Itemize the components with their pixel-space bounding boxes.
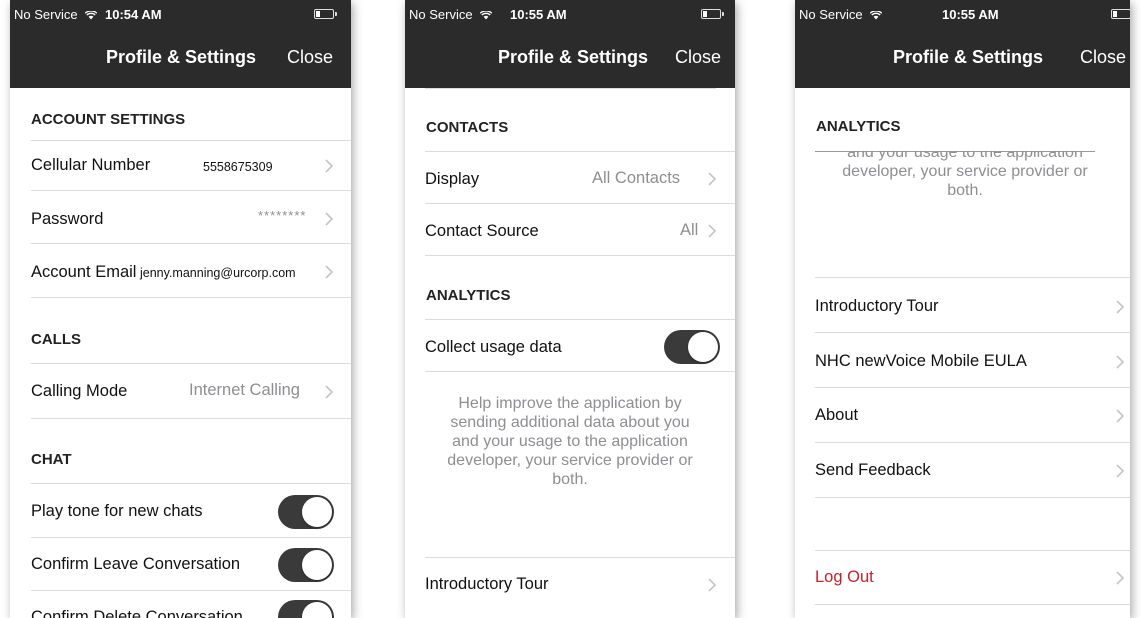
screen-contacts-analytics: No Service 10:55 AM Profile & Settings C…: [405, 0, 735, 618]
contact-source-label: Contact Source: [425, 222, 539, 240]
close-button[interactable]: Close: [287, 47, 333, 68]
section-header-analytics: ANALYTICS: [816, 118, 901, 135]
account-email-label: Account Email: [31, 263, 137, 281]
play-tone-label: Play tone for new chats: [31, 502, 203, 520]
divider: [425, 371, 735, 372]
divider: [425, 88, 716, 89]
divider: [815, 387, 1130, 388]
chevron-right-icon: [1116, 300, 1125, 314]
nav-bar: No Service 10:54 AM Profile & Settings C…: [10, 0, 351, 88]
chevron-right-icon: [325, 212, 334, 226]
divider: [425, 557, 735, 558]
divider: [815, 332, 1130, 333]
divider: [815, 442, 1130, 443]
divider: [31, 418, 351, 419]
close-button[interactable]: Close: [675, 47, 721, 68]
chevron-right-icon: [325, 265, 334, 279]
cellular-number-value: 5558675309: [203, 160, 273, 174]
cellular-number-label: Cellular Number: [31, 156, 151, 174]
confirm-leave-label: Confirm Leave Conversation: [31, 555, 241, 573]
divider: [425, 203, 735, 204]
section-header-analytics: ANALYTICS: [426, 287, 511, 304]
play-tone-toggle[interactable]: [278, 495, 334, 529]
divider: [425, 319, 735, 320]
collect-usage-toggle[interactable]: [664, 330, 720, 364]
screen-about-logout: No Service 10:55 AM Profile & Settings C…: [795, 0, 1130, 618]
battery-icon: [1111, 9, 1130, 19]
battery-icon: [314, 9, 337, 19]
log-out-label: Log Out: [815, 568, 874, 586]
status-time: 10:54 AM: [105, 7, 162, 22]
about-label: About: [815, 406, 859, 424]
analytics-help-text: and your usage to the application develo…: [842, 144, 1088, 199]
status-time: 10:55 AM: [942, 7, 999, 22]
divider: [425, 255, 735, 256]
battery-icon: [701, 9, 724, 19]
send-feedback-label: Send Feedback: [815, 461, 931, 479]
divider: [31, 363, 351, 364]
divider: [31, 190, 351, 191]
display-label: Display: [425, 170, 480, 188]
wifi-icon: [480, 11, 493, 20]
nav-bar: No Service 10:55 AM Profile & Settings C…: [405, 0, 735, 88]
section-header-contacts: CONTACTS: [426, 119, 509, 136]
divider: [31, 297, 351, 298]
wifi-icon: [870, 11, 883, 20]
calling-mode-label: Calling Mode: [31, 382, 128, 400]
divider: [425, 151, 735, 152]
wifi-icon: [85, 11, 98, 20]
page-title: Profile & Settings: [106, 47, 257, 67]
contact-source-value: All: [680, 221, 699, 239]
carrier-label: No Service: [799, 7, 863, 22]
close-button[interactable]: Close: [1080, 47, 1126, 68]
carrier-label: No Service: [409, 7, 473, 22]
carrier-label: No Service: [14, 7, 78, 22]
password-label: Password: [31, 210, 104, 228]
section-header-chat: CHAT: [31, 451, 72, 468]
divider: [31, 590, 351, 591]
nav-bar: No Service 10:55 AM Profile & Settings C…: [795, 0, 1130, 88]
status-bar: No Service 10:55 AM: [795, 6, 1130, 26]
analytics-help-text: Help improve the application by sending …: [447, 395, 693, 488]
page-title: Profile & Settings: [498, 47, 649, 67]
status-bar: No Service 10:55 AM: [405, 6, 735, 26]
page-title: Profile & Settings: [893, 47, 1044, 67]
divider: [815, 277, 1130, 278]
divider: [31, 140, 351, 141]
chevron-right-icon: [1116, 464, 1125, 478]
status-time: 10:55 AM: [510, 7, 567, 22]
divider: [815, 604, 1130, 605]
confirm-leave-toggle[interactable]: [278, 548, 334, 582]
divider: [815, 550, 1130, 551]
intro-tour-label: Introductory Tour: [425, 575, 549, 593]
chevron-right-icon: [1116, 355, 1125, 369]
confirm-delete-label: Confirm Delete Conversation: [31, 608, 243, 618]
chevron-right-icon: [325, 385, 334, 399]
screen-account-settings: No Service 10:54 AM Profile & Settings C…: [10, 0, 351, 618]
section-header-account-settings: ACCOUNT SETTINGS: [31, 111, 186, 128]
eula-label: NHC newVoice Mobile EULA: [815, 352, 1027, 370]
status-bar: No Service 10:54 AM: [10, 6, 351, 26]
confirm-delete-toggle[interactable]: [278, 600, 334, 618]
divider: [31, 537, 351, 538]
chevron-right-icon: [708, 172, 717, 186]
display-value: All Contacts: [592, 169, 681, 187]
chevron-right-icon: [1116, 409, 1125, 423]
chevron-right-icon: [708, 578, 717, 592]
chevron-right-icon: [1116, 571, 1125, 585]
calling-mode-value: Internet Calling: [189, 381, 300, 399]
section-header-calls: CALLS: [31, 331, 81, 348]
chevron-right-icon: [708, 224, 717, 238]
account-email-value: jenny.manning@urcorp.com: [140, 266, 296, 280]
chevron-right-icon: [325, 159, 334, 173]
divider: [815, 497, 1130, 498]
collect-usage-label: Collect usage data: [425, 338, 562, 356]
divider: [31, 483, 351, 484]
intro-tour-label: Introductory Tour: [815, 297, 939, 315]
password-value: ********: [258, 208, 307, 223]
divider: [31, 243, 351, 244]
